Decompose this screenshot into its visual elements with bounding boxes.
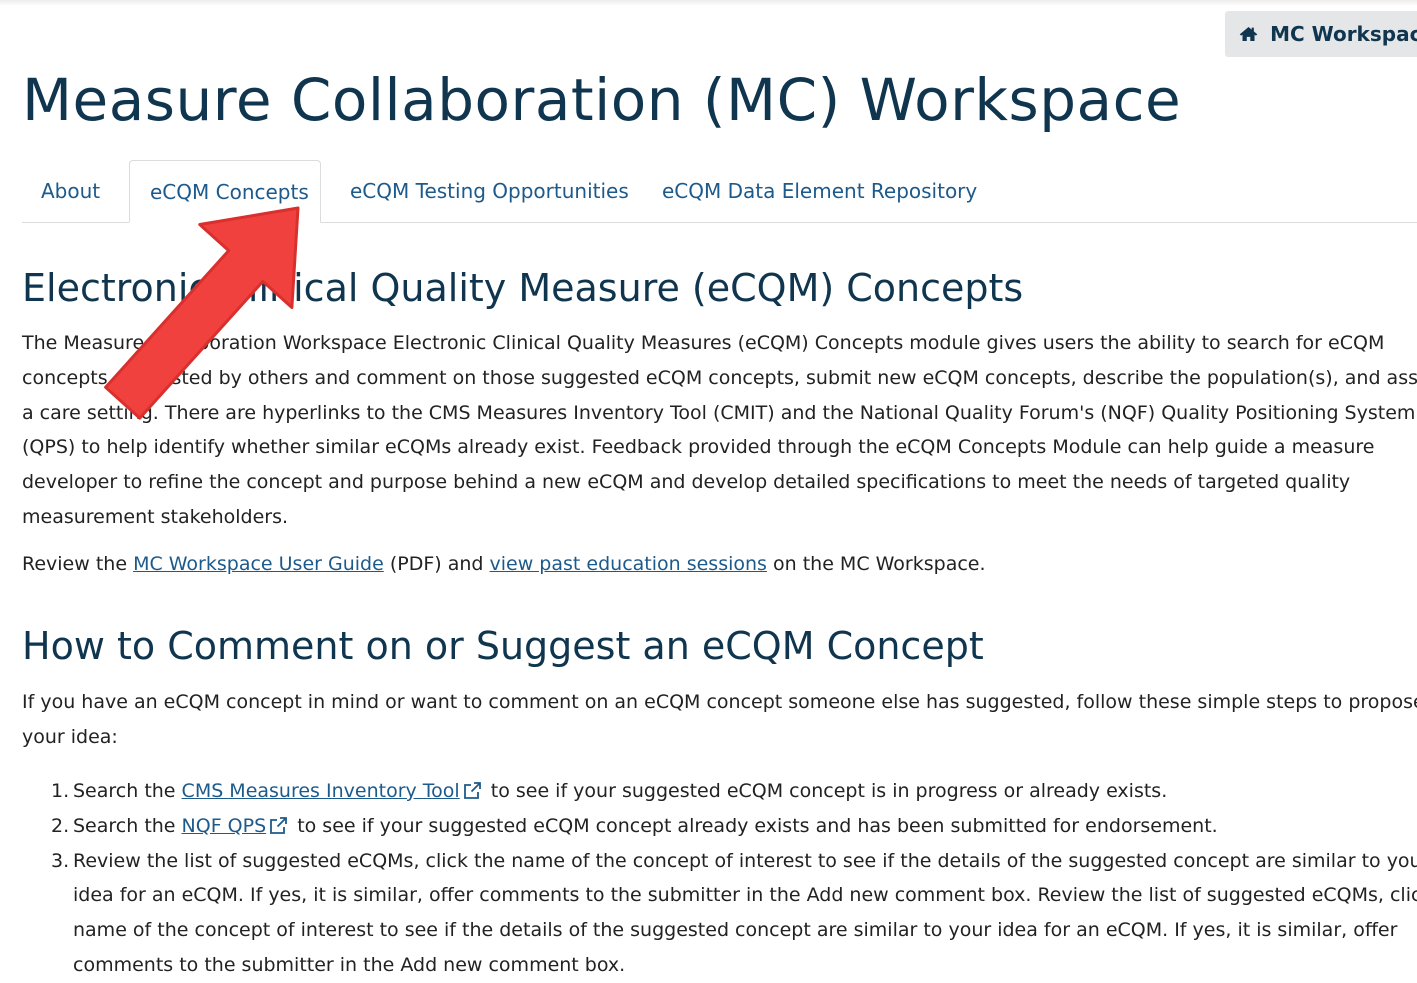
tab-ecqm-data-element-repository[interactable]: eCQM Data Element Repository bbox=[662, 160, 977, 222]
review-middle: (PDF) and bbox=[383, 553, 490, 575]
mc-workspace-button-label: MC Workspace bbox=[1270, 22, 1417, 46]
user-guide-link[interactable]: MC Workspace User Guide bbox=[133, 553, 384, 575]
step-line: idea for an eCQM. If yes, it is similar,… bbox=[73, 884, 1417, 907]
step-prefix: Search the bbox=[73, 780, 182, 802]
concepts-description: The Measure Collaboration Workspace Elec… bbox=[22, 326, 1417, 535]
mc-workspace-button[interactable]: MC Workspace bbox=[1225, 11, 1417, 57]
step-line: comments to the submitter in the Add new… bbox=[73, 953, 626, 976]
description-line: (QPS) to help identify whether similar e… bbox=[22, 436, 1375, 459]
review-suffix: on the MC Workspace. bbox=[766, 553, 986, 575]
intro-line: If you have an eCQM concept in mind or w… bbox=[22, 691, 1417, 713]
description-line: concepts suggested by others and comment… bbox=[22, 366, 1417, 389]
step-number: 1. bbox=[51, 780, 70, 802]
how-to-intro: If you have an eCQM concept in mind or w… bbox=[22, 685, 1417, 755]
step-number: 2. bbox=[51, 814, 70, 837]
description-line: measurement stakeholders. bbox=[22, 505, 289, 528]
step-number: 3. bbox=[51, 849, 70, 872]
page-title: Measure Collaboration (MC) Workspace bbox=[22, 66, 1182, 134]
list-item: 1. Search the CMS Measures Inventory Too… bbox=[22, 774, 1417, 809]
education-sessions-link[interactable]: view past education sessions bbox=[490, 553, 767, 575]
description-line: a care setting. There are hyperlinks to … bbox=[22, 401, 1416, 424]
review-prefix: Review the bbox=[22, 553, 134, 575]
description-line: developer to refine the concept and purp… bbox=[22, 471, 1351, 494]
home-icon bbox=[1239, 26, 1258, 42]
review-line: Review the MC Workspace User Guide (PDF)… bbox=[22, 547, 1417, 582]
nqf-qps-link[interactable]: NQF QPS bbox=[182, 815, 267, 837]
top-shadow bbox=[0, 0, 1417, 6]
list-item: 2. Search the NQF QPS to see if your sug… bbox=[22, 809, 1417, 844]
step-prefix: Search the bbox=[73, 814, 182, 837]
section-heading-how-to-comment: How to Comment on or Suggest an eCQM Con… bbox=[22, 624, 984, 668]
tab-about[interactable]: About bbox=[41, 160, 100, 222]
step-line: name of the concept of interest to see i… bbox=[73, 919, 1398, 942]
cms-measures-inventory-tool-link[interactable]: CMS Measures Inventory Tool bbox=[182, 780, 460, 802]
intro-line: your idea: bbox=[22, 725, 118, 748]
external-link-icon bbox=[463, 782, 481, 799]
step-suffix: to see if your suggested eCQM concept is… bbox=[484, 780, 1168, 802]
step-suffix: to see if your suggested eCQM concept al… bbox=[291, 814, 1218, 837]
tab-ecqm-testing-opportunities[interactable]: eCQM Testing Opportunities bbox=[350, 160, 629, 222]
description-line: The Measure Collaboration Workspace Elec… bbox=[22, 332, 1385, 354]
steps-list: 1. Search the CMS Measures Inventory Too… bbox=[22, 774, 1417, 983]
tab-bar: About eCQM Concepts eCQM Testing Opportu… bbox=[22, 160, 1417, 223]
tab-ecqm-concepts[interactable]: eCQM Concepts bbox=[129, 160, 321, 223]
list-item: 3. Review the list of suggested eCQMs, c… bbox=[22, 844, 1417, 983]
step-line: Review the list of suggested eCQMs, clic… bbox=[73, 849, 1417, 872]
external-link-icon bbox=[270, 816, 288, 834]
section-heading-ecqm-concepts: Electronic Clinical Quality Measure (eCQ… bbox=[22, 266, 1024, 310]
